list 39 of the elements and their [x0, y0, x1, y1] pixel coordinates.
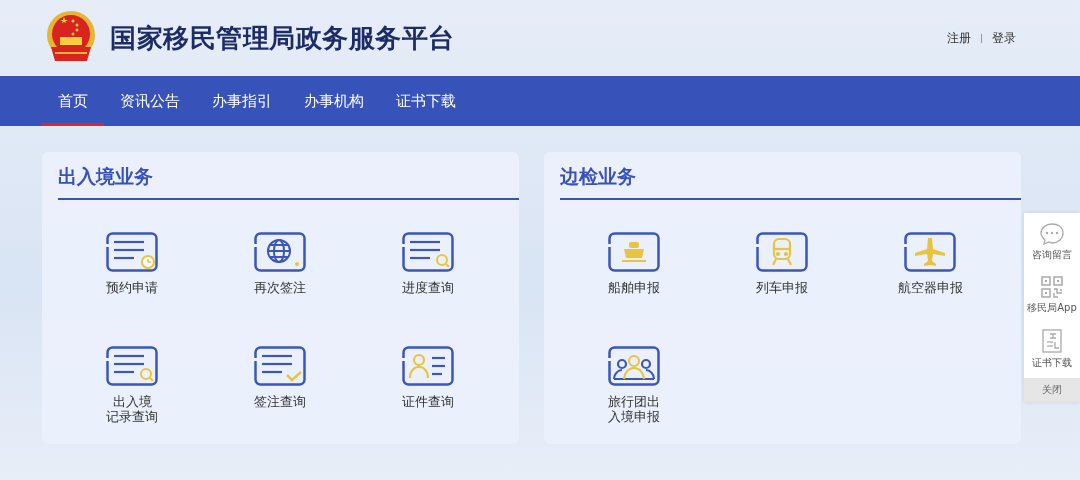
train-icon [756, 232, 808, 272]
document-check-icon [254, 346, 306, 386]
nav-tab[interactable]: 首页 [42, 76, 104, 126]
document-search-icon [402, 232, 454, 272]
ship-icon [608, 232, 660, 272]
nav-tab[interactable]: 办事机构 [288, 76, 380, 126]
service-link[interactable]: 出入境 [112, 394, 152, 409]
card-title: 出入境业务 [58, 164, 519, 200]
service-link[interactable]: 进度查询 [402, 280, 454, 295]
id-card-icon [402, 346, 454, 386]
site-title: 国家移民管理局政务服务平台 [110, 21, 456, 55]
side-tool-link[interactable]: 移民局App [1027, 301, 1077, 315]
nav-tab[interactable]: 资讯公告 [104, 76, 196, 126]
side-tool-link[interactable]: 咨询留言 [1032, 248, 1072, 262]
service-link[interactable]: 证件查询 [402, 394, 454, 409]
card-title: 边检业务 [560, 164, 1021, 200]
service-link[interactable]: 航空器申报 [897, 280, 963, 295]
service-link[interactable]: 签注查询 [254, 394, 306, 409]
service-link[interactable]: 船舶申报 [608, 280, 660, 295]
service-link[interactable]: 记录查询 [106, 409, 158, 424]
airplane-icon [904, 232, 956, 272]
service-link[interactable]: 再次签注 [254, 280, 306, 295]
globe-icon [254, 232, 306, 272]
service-link[interactable]: 旅行团出 [608, 394, 660, 409]
document-clock-icon [106, 232, 158, 272]
service-link[interactable]: 列车申报 [756, 280, 808, 295]
group-icon [608, 346, 660, 386]
header-link[interactable]: 注册 [947, 29, 971, 47]
document-search-icon [106, 346, 158, 386]
service-link[interactable]: 预约申请 [106, 280, 158, 295]
header-link[interactable]: 登录 [992, 29, 1016, 47]
qr-code-icon [1041, 276, 1063, 298]
chat-bubble-icon [1040, 223, 1064, 245]
service-link[interactable]: 入境申报 [608, 409, 660, 424]
close-button[interactable]: 关闭 [1024, 378, 1080, 402]
nav-tab[interactable]: 办事指引 [196, 76, 288, 126]
nav-tab[interactable]: 证书下载 [380, 76, 472, 126]
certificate-icon [1042, 329, 1062, 353]
side-tool-link[interactable]: 证书下载 [1032, 356, 1072, 370]
